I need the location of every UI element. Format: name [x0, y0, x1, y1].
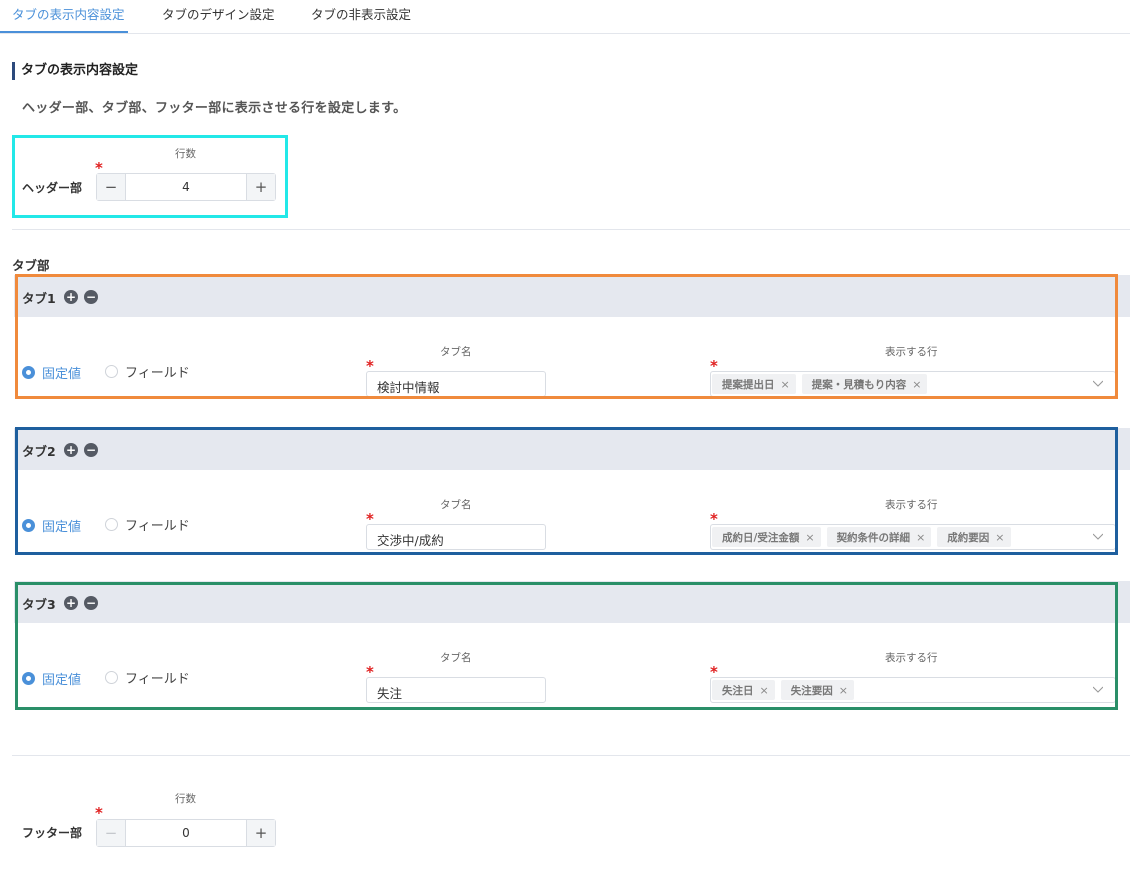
header-increment-button[interactable]: + — [246, 174, 275, 200]
tab-part-label: タブ部 — [12, 258, 50, 273]
tab-design[interactable]: タブのデザイン設定 — [162, 7, 275, 23]
tab2-highlight-box — [15, 427, 1118, 555]
section-description: ヘッダー部、タブ部、フッター部に表示させる行を設定します。 — [22, 101, 407, 116]
header-row-count-stepper: − 4 + — [96, 173, 276, 201]
footer-row-count-input[interactable]: 0 — [126, 820, 246, 846]
divider — [12, 229, 1130, 230]
header-decrement-button[interactable]: − — [97, 174, 126, 200]
section-title: タブの表示内容設定 — [12, 62, 138, 80]
tab-display-content[interactable]: タブの表示内容設定 — [12, 7, 125, 23]
tab1-highlight-box — [15, 274, 1118, 399]
footer-part-label: フッター部 — [22, 826, 83, 840]
footer-decrement-button[interactable]: − — [97, 820, 126, 846]
footer-count-label: 行数 — [175, 793, 196, 805]
tab-bar: タブの表示内容設定 タブのデザイン設定 タブの非表示設定 — [0, 0, 1130, 34]
footer-row-count-stepper: − 0 + — [96, 819, 276, 847]
header-required-mark: * — [95, 159, 103, 177]
header-row-count-input[interactable]: 4 — [126, 174, 246, 200]
footer-required-mark: * — [95, 804, 103, 822]
header-count-label: 行数 — [175, 148, 196, 160]
header-part-label: ヘッダー部 — [22, 181, 83, 195]
divider — [12, 755, 1130, 756]
tab3-highlight-box — [15, 582, 1118, 710]
footer-increment-button[interactable]: + — [246, 820, 275, 846]
active-tab-indicator — [0, 31, 128, 33]
tab-hide[interactable]: タブの非表示設定 — [311, 7, 411, 23]
